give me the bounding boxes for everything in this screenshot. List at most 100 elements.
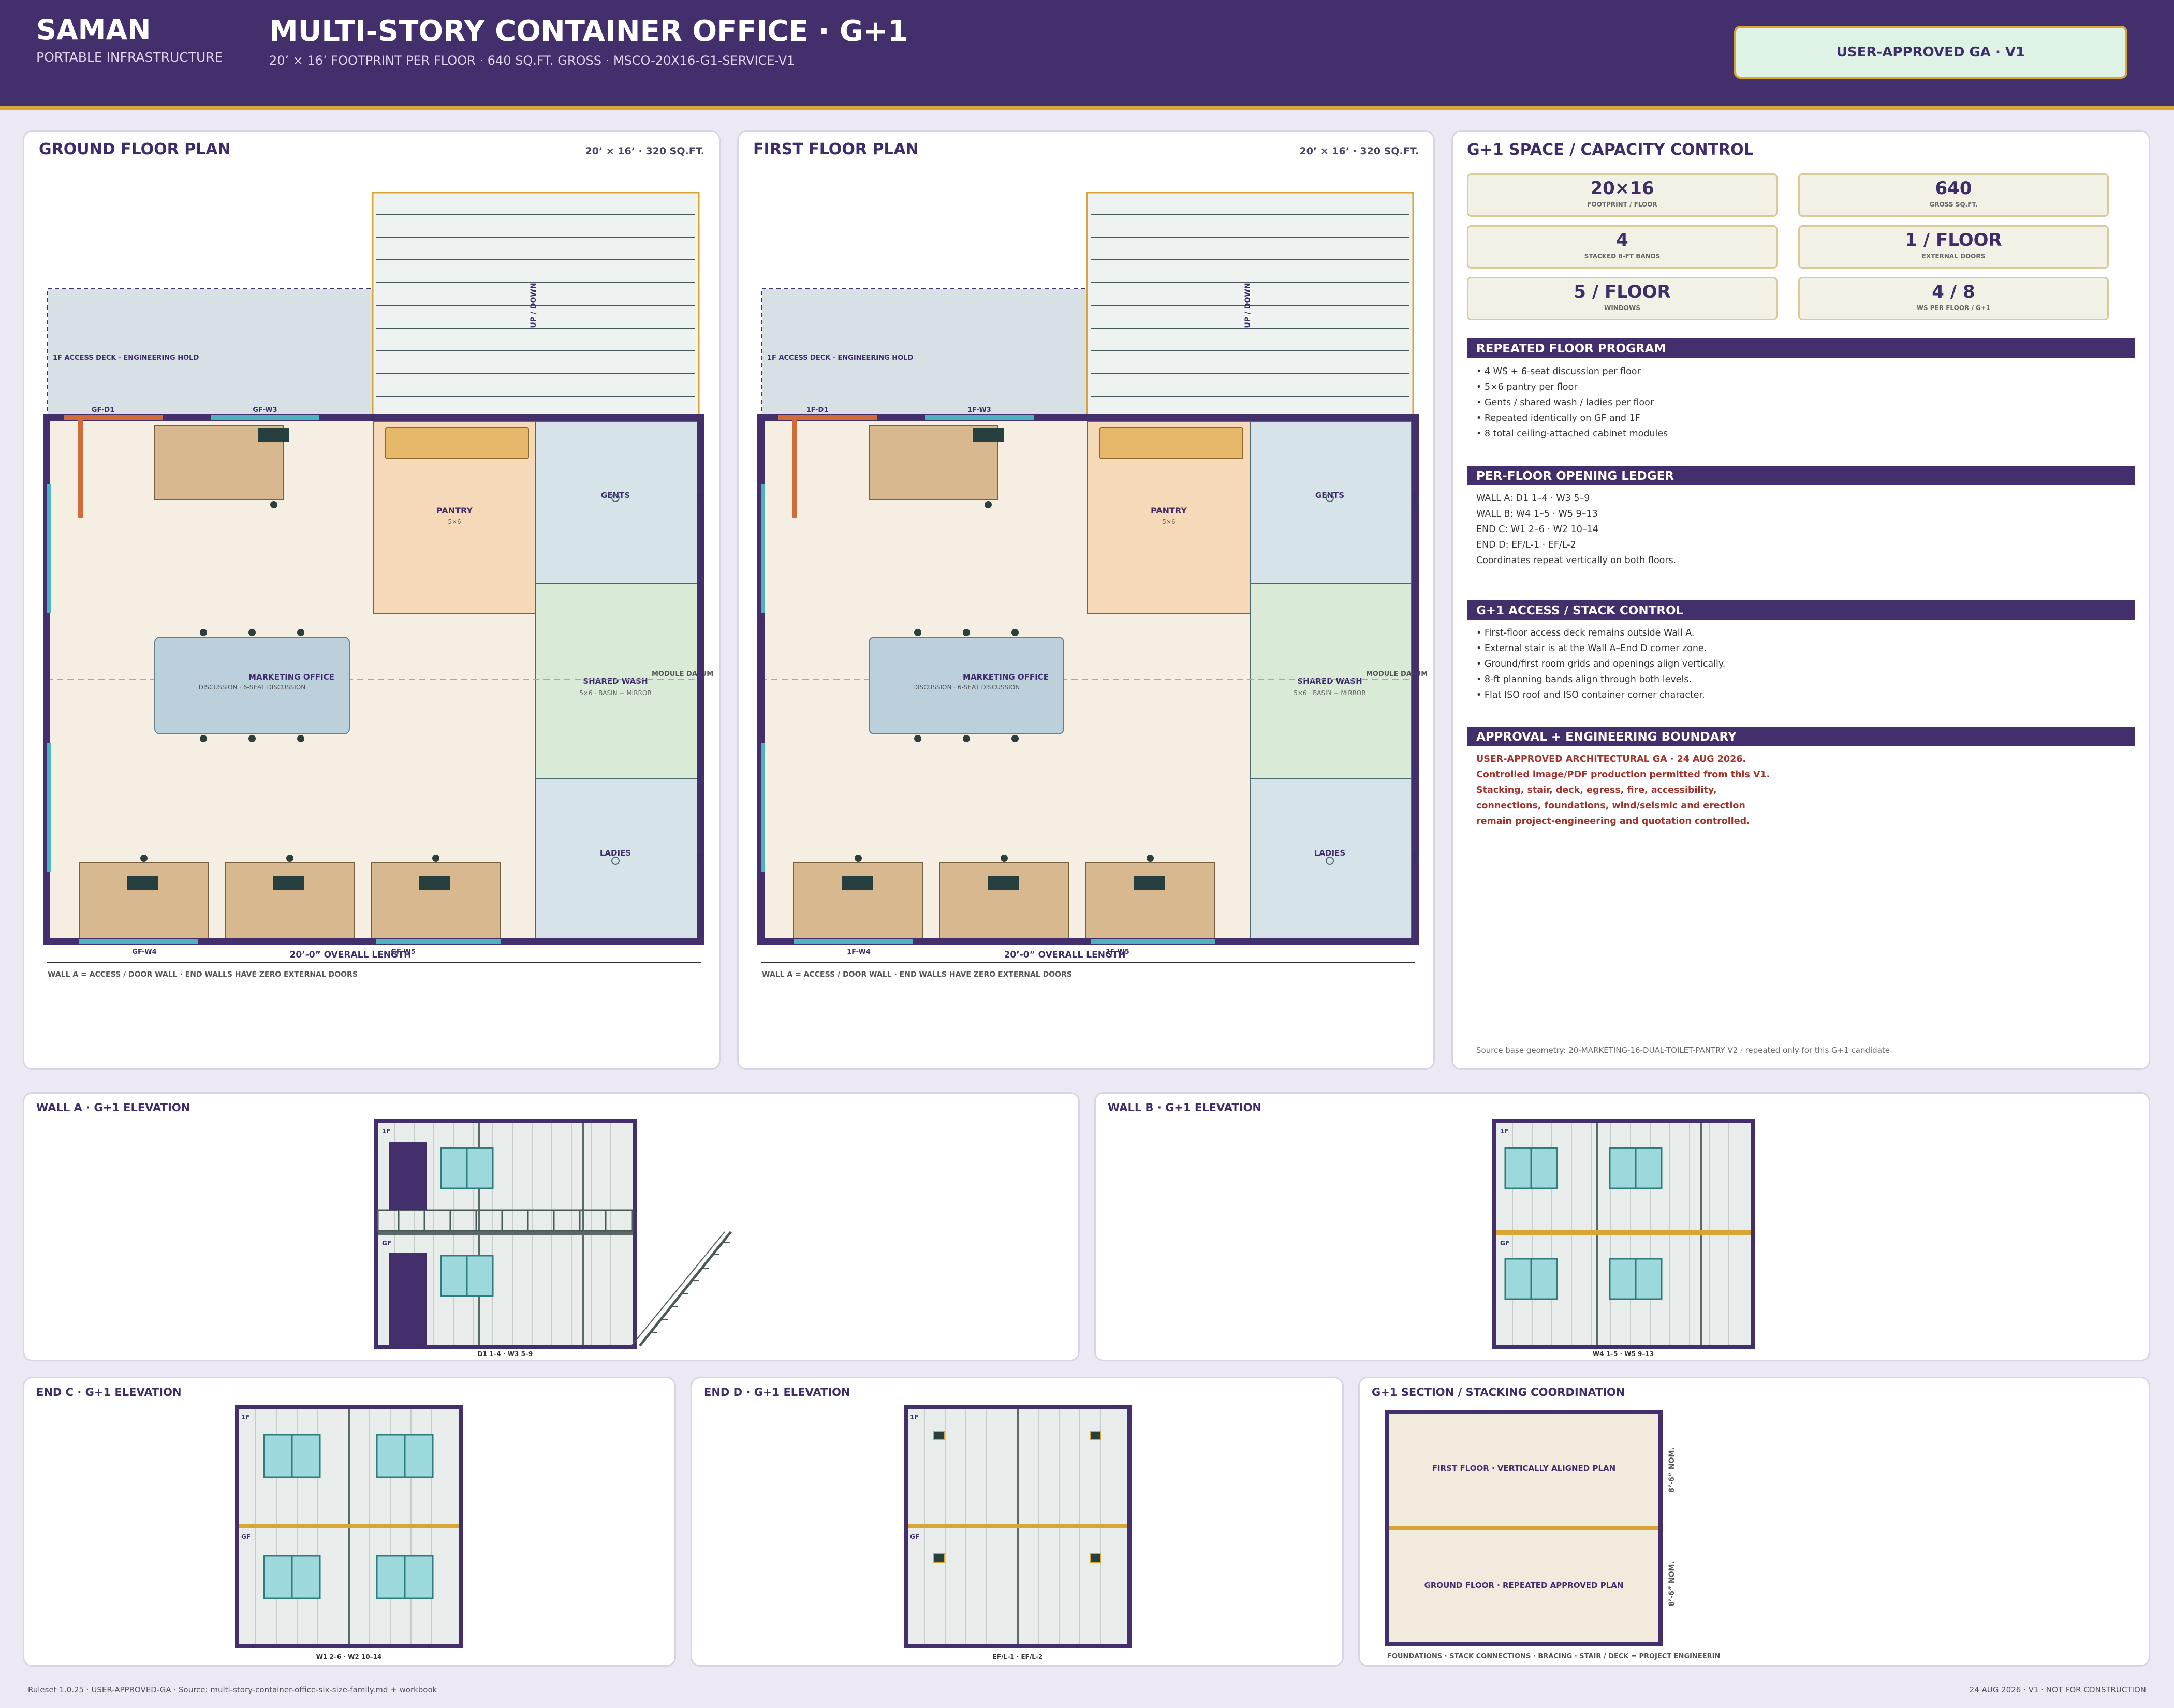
approval-line: connections, foundations, wind/seismic a… — [1476, 801, 1745, 811]
page-subtitle: 20’ × 16’ FOOTPRINT PER FLOOR · 640 SQ.F… — [269, 53, 795, 68]
ledger-line: WALL A: D1 1–4 · W3 5–9 — [1476, 493, 1590, 504]
level-label-gf: GF — [382, 1240, 391, 1247]
stat-label: GROSS SQ.FT. — [1929, 201, 1978, 208]
floor-band — [239, 1524, 459, 1528]
window-w4 — [79, 939, 198, 944]
window-w4 — [794, 939, 913, 944]
window-w3-label: 1F-W3 — [967, 406, 991, 414]
wall-b-title: WALL B · G+1 ELEVATION — [1108, 1101, 1261, 1114]
ladies-room — [1250, 778, 1412, 940]
pantry-label: PANTRY — [436, 506, 473, 516]
stat-value: 20×16 — [1590, 178, 1654, 199]
window-end-c-2 — [47, 743, 51, 872]
approval-line: USER-APPROVED ARCHITECTURAL GA · 24 AUG … — [1476, 754, 1746, 764]
office-sub: DISCUSSION · 6-SEAT DISCUSSION — [199, 684, 306, 691]
footer-right: 24 AUG 2026 · V1 · NOT FOR CONSTRUCTION — [1969, 1685, 2146, 1695]
stat-card: 640 GROSS SQ.FT. — [1798, 173, 2109, 217]
access-deck-label: 1F ACCESS DECK · ENGINEERING HOLD — [767, 354, 913, 362]
stat-label: STACKED 8-FT BANDS — [1584, 253, 1661, 260]
stat-label: EXTERNAL DOORS — [1921, 253, 1986, 260]
ledger-line: END D: EF/L-1 · EF/L-2 — [1476, 540, 1576, 550]
office-sub: DISCUSSION · 6-SEAT DISCUSSION — [913, 684, 1020, 691]
brand-name: SAMAN — [36, 13, 151, 46]
level-label-gf: GF — [1500, 1240, 1509, 1247]
bullet-line: • Repeated identically on GF and 1F — [1476, 413, 1640, 423]
monitor — [258, 428, 289, 442]
floor-band — [908, 1524, 1127, 1528]
section-body: • 4 WS + 6-seat discussion per floor • 5… — [1476, 364, 1668, 441]
window-end-c-1 — [47, 484, 51, 613]
wall-a-elevation-drawing: 1F GF D1 1–4 · W3 5–9 — [374, 1119, 732, 1358]
floor-plan-drawing: 1F ACCESS DECK · ENGINEERING HOLD UP / D… — [757, 192, 1428, 979]
stat-value: 4 / 8 — [1932, 282, 1975, 302]
level-label-1f: 1F — [1500, 1128, 1509, 1135]
stair-label: UP / DOWN — [1244, 283, 1252, 328]
stat-label: WS PER FLOOR / G+1 — [1916, 304, 1991, 312]
section-floor-band — [1389, 1526, 1658, 1530]
floor-plan-drawing: 1F ACCESS DECK · ENGINEERING HOLD UP / D… — [43, 192, 713, 979]
bullet-line: • Gents / shared wash / ladies per floor — [1476, 397, 1654, 408]
approval-line: Stacking, stair, deck, egress, fire, acc… — [1476, 785, 1717, 796]
window-w3-label: GF-W3 — [253, 406, 277, 414]
bullet-line: • First-floor access deck remains outsid… — [1476, 628, 1695, 638]
window-w4-label: 1F-W4 — [847, 948, 871, 956]
wall-note: WALL A = ACCESS / DOOR WALL · END WALLS … — [762, 970, 1072, 979]
exhaust-fan — [933, 1431, 945, 1440]
shared-wash-label: SHARED WASH — [583, 676, 648, 686]
page-title: MULTI-STORY CONTAINER OFFICE · G+1 — [269, 14, 908, 48]
ledger-line: WALL B: W4 1–5 · W5 9–13 — [1476, 509, 1598, 519]
bullet-line: • External stair is at the Wall A–End D … — [1476, 643, 1707, 654]
stat-value: 5 / FLOOR — [1574, 282, 1671, 302]
stair-label: UP / DOWN — [530, 283, 538, 328]
stat-card: 20×16 FOOTPRINT / FLOOR — [1467, 173, 1778, 217]
stat-card: 5 / FLOOR WINDOWS — [1467, 277, 1778, 320]
section-header: PER-FLOOR OPENING LEDGER — [1467, 466, 2135, 485]
door-d1-upper — [389, 1142, 427, 1210]
ledger-line: Coordinates repeat vertically on both fl… — [1476, 555, 1677, 566]
external-stair — [639, 1231, 732, 1347]
exhaust-fan — [1090, 1431, 1101, 1440]
office-label: MARKETING OFFICE — [963, 672, 1049, 682]
approval-line: Controlled image/PDF production permitte… — [1476, 770, 1770, 780]
stat-label: WINDOWS — [1604, 304, 1640, 312]
section-note: FOUNDATIONS · STACK CONNECTIONS · BRACIN… — [1387, 1653, 1721, 1660]
bullet-line: • 4 WS + 6-seat discussion per floor — [1476, 366, 1641, 377]
window-w3 — [211, 415, 319, 420]
window-w4-label: GF-W4 — [132, 948, 156, 956]
stat-value: 640 — [1935, 178, 1972, 199]
gents-label: GENTS — [1315, 491, 1344, 500]
section-drawing: FIRST FLOOR · VERTICALLY ALIGNED PLAN GR… — [1385, 1410, 1721, 1660]
section-body: WALL A: D1 1–4 · W3 5–9 WALL B: W4 1–5 ·… — [1476, 491, 1676, 568]
elevation-caption: W4 1–5 · W5 9–13 — [1593, 1350, 1654, 1358]
dimension-upper: 8’-6” NOM. — [1668, 1447, 1676, 1493]
door-d1-swing — [78, 420, 83, 518]
header-bar: SAMAN PORTABLE INFRASTRUCTURE MULTI-STOR… — [0, 0, 2174, 110]
shared-wash-label: SHARED WASH — [1297, 676, 1362, 686]
floor-band — [1496, 1230, 1751, 1235]
end-c-elevation-drawing: 1F GF W1 2–6 · W2 10–14 — [235, 1405, 463, 1660]
workstations-row — [79, 855, 501, 939]
bullet-line: • 8 total ceiling-attached cabinet modul… — [1476, 429, 1668, 439]
shared-wash-sub: 5×6 · BASIN + MIRROR — [579, 689, 651, 697]
window-end-c-1 — [761, 484, 765, 613]
overall-length: 20’-0” OVERALL LENGTH — [290, 950, 412, 960]
wall-b-elevation-drawing: 1F GF W4 1–5 · W5 9–13 — [1492, 1119, 1755, 1358]
stat-card: 4 STACKED 8-FT BANDS — [1467, 225, 1778, 269]
monitor — [973, 428, 1004, 442]
elevation-caption: EF/L-1 · EF/L-2 — [993, 1653, 1042, 1660]
section-body: • First-floor access deck remains outsid… — [1476, 625, 1725, 703]
exhaust-fan — [933, 1553, 945, 1563]
pantry-size: 5×6 — [1162, 518, 1175, 525]
vent-2 — [1412, 854, 1417, 864]
level-label-gf: GF — [241, 1533, 251, 1540]
ground-floor-plan-panel: GROUND FLOOR PLAN 20’ × 16’ · 320 SQ.FT.… — [23, 130, 721, 1070]
section-header: REPEATED FLOOR PROGRAM — [1467, 338, 2135, 358]
elevation-caption: D1 1–4 · W3 5–9 — [478, 1350, 533, 1358]
level-label-1f: 1F — [910, 1413, 919, 1421]
chair — [985, 501, 992, 508]
vent-2 — [697, 854, 702, 864]
section-upper-label: FIRST FLOOR · VERTICALLY ALIGNED PLAN — [1432, 1464, 1615, 1473]
dimension-lower: 8’-6” NOM. — [1668, 1561, 1676, 1607]
door-d1 — [64, 415, 163, 420]
window-w5 — [1091, 939, 1215, 944]
